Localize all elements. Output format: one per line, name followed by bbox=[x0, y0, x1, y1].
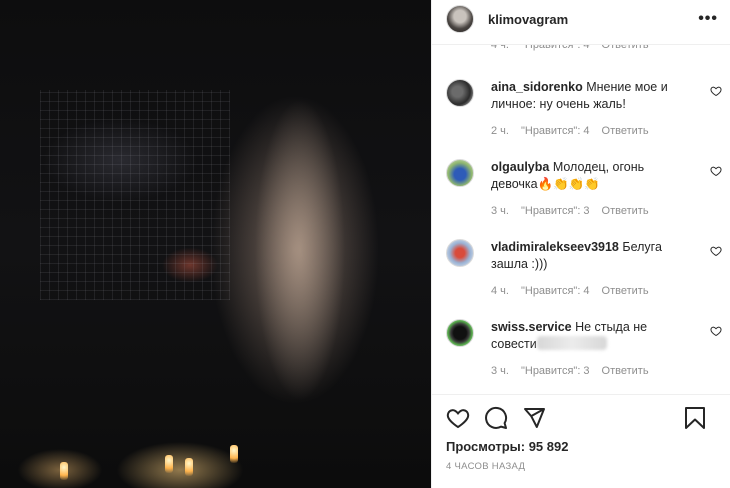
comment-time: 3 ч. bbox=[491, 205, 509, 217]
reply-button[interactable]: Ответить bbox=[602, 203, 649, 220]
background-grid bbox=[40, 90, 230, 300]
comment-likes-link[interactable]: "Нравится": 4 bbox=[521, 123, 590, 140]
comment-likes-link[interactable]: "Нравится": 4 bbox=[521, 45, 590, 57]
blurred-text bbox=[536, 336, 607, 350]
share-paper-plane-icon[interactable] bbox=[522, 406, 546, 430]
performer-figure bbox=[230, 40, 370, 460]
post-header: klimovagram ••• bbox=[432, 0, 730, 38]
comment-time: 4 ч. bbox=[491, 44, 509, 51]
candle bbox=[60, 462, 68, 480]
reply-button[interactable]: Ответить bbox=[602, 123, 649, 140]
like-comment-heart-icon[interactable] bbox=[710, 165, 722, 177]
comment-meta: 3 ч. "Нравится": 3 Ответить bbox=[491, 363, 681, 380]
comments-list[interactable]: 4 ч. "Нравится": 4 Ответить aina_sidoren… bbox=[432, 44, 730, 394]
comment-item: olgaulyba Молодец, огонь девочка🔥👏👏👏 3 ч… bbox=[432, 159, 730, 239]
candle bbox=[230, 445, 238, 463]
like-comment-heart-icon[interactable] bbox=[710, 85, 722, 97]
comment-username[interactable]: vladimiralekseev3918 bbox=[491, 240, 619, 254]
avatar[interactable] bbox=[446, 239, 474, 267]
post-sidebar: klimovagram ••• 4 ч. "Нравится": 4 Ответ… bbox=[431, 0, 730, 488]
avatar[interactable] bbox=[446, 319, 474, 347]
comment-likes-link[interactable]: "Нравится": 3 bbox=[521, 203, 590, 220]
views-count[interactable]: Просмотры: 95 892 bbox=[446, 439, 716, 454]
comment-meta: 3 ч. "Нравится": 3 Ответить bbox=[491, 203, 681, 220]
avatar[interactable] bbox=[446, 159, 474, 187]
author-username[interactable]: klimovagram bbox=[488, 12, 568, 27]
comment-meta: 2 ч. "Нравится": 4 Ответить bbox=[491, 123, 681, 140]
like-comment-heart-icon[interactable] bbox=[710, 325, 722, 337]
avatar[interactable] bbox=[446, 5, 474, 33]
action-icons bbox=[446, 405, 716, 431]
comment-likes-link[interactable]: "Нравится": 3 bbox=[521, 363, 590, 380]
comment-item: vladimiralekseev3918 Белуга зашла :))) 4… bbox=[432, 239, 730, 319]
comment-time: 2 ч. bbox=[491, 125, 509, 137]
post-actions: Просмотры: 95 892 4 часов назад bbox=[432, 394, 730, 488]
like-comment-heart-icon[interactable] bbox=[710, 245, 722, 257]
comment-bubble-icon[interactable] bbox=[484, 406, 508, 430]
like-heart-icon[interactable] bbox=[446, 406, 470, 430]
post-timestamp[interactable]: 4 часов назад bbox=[446, 461, 716, 472]
candle bbox=[185, 458, 193, 476]
comment-meta: 4 ч. "Нравится": 4 Ответить bbox=[432, 44, 730, 57]
post-video[interactable] bbox=[0, 0, 431, 488]
reply-button[interactable]: Ответить bbox=[602, 363, 649, 380]
bookmark-icon[interactable] bbox=[684, 406, 706, 430]
comment-item: swiss.service Не стыда не совести 3 ч. "… bbox=[432, 319, 730, 394]
comment-meta: 4 ч. "Нравится": 4 Ответить bbox=[491, 283, 681, 300]
comment-likes-link[interactable]: "Нравится": 4 bbox=[521, 283, 590, 300]
avatar[interactable] bbox=[446, 79, 474, 107]
reply-button[interactable]: Ответить bbox=[602, 45, 649, 57]
candle bbox=[165, 455, 173, 473]
comment-username[interactable]: aina_sidorenko bbox=[491, 80, 583, 94]
comment-username[interactable]: olgaulyba bbox=[491, 160, 549, 174]
instagram-post-view: klimovagram ••• 4 ч. "Нравится": 4 Ответ… bbox=[0, 0, 730, 488]
comment-item: aina_sidorenko Мнение мое и личное: ну о… bbox=[432, 79, 730, 159]
comment-time: 3 ч. bbox=[491, 365, 509, 377]
comment-time: 4 ч. bbox=[491, 285, 509, 297]
comment-username[interactable]: swiss.service bbox=[491, 320, 572, 334]
more-options-icon[interactable]: ••• bbox=[698, 10, 718, 28]
reply-button[interactable]: Ответить bbox=[602, 283, 649, 300]
